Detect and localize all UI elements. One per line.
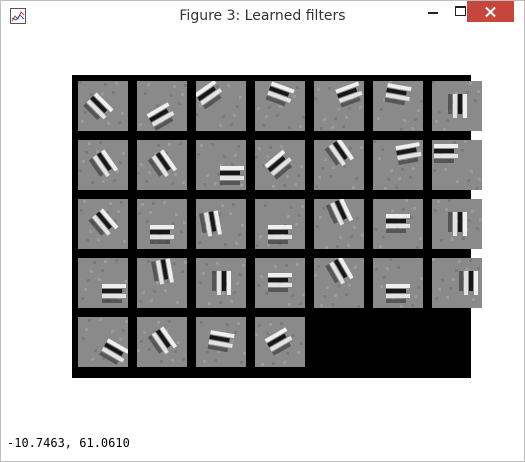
filter-tile: [373, 140, 423, 190]
filter-pattern: [256, 204, 304, 247]
filter-tile: [137, 258, 187, 308]
filter-pattern: [197, 143, 244, 187]
filter-pattern: [316, 199, 364, 249]
filter-pattern: [137, 142, 185, 185]
filter-pattern: [314, 81, 363, 130]
filter-pattern: [433, 140, 481, 190]
filter-pattern: [314, 258, 360, 308]
filter-tile: [255, 258, 305, 308]
filter-tile: [196, 199, 246, 249]
filter-pattern: [80, 200, 126, 243]
filter-tile: [78, 258, 128, 308]
filter-pattern: [377, 81, 423, 131]
minimize-button[interactable]: [419, 1, 448, 22]
filter-pattern: [434, 199, 482, 242]
filter-pattern: [82, 318, 128, 365]
filter-pattern: [375, 258, 423, 308]
filter-tile: [432, 258, 482, 308]
filter-tile: [314, 140, 364, 190]
filter-tile: [432, 199, 482, 249]
filters-figure-canvas[interactable]: [72, 75, 482, 378]
filter-tile: [373, 81, 423, 131]
filter-pattern: [199, 262, 245, 305]
filter-tile: [78, 81, 128, 131]
filter-tile: [314, 81, 364, 131]
filter-tile: [314, 199, 364, 249]
filter-tile: [78, 199, 128, 249]
filter-pattern: [255, 322, 303, 366]
filter-pattern: [81, 259, 127, 303]
filter-tile: [432, 81, 482, 131]
filter-pattern: [196, 81, 242, 127]
filter-tile: [78, 317, 128, 367]
filter-pattern: [257, 81, 305, 129]
title-bar[interactable]: Figure 3: Learned filters: [1, 1, 524, 32]
filter-pattern: [374, 199, 422, 249]
filter-pattern: [198, 203, 244, 246]
filter-pattern: [138, 201, 186, 244]
filter-tile: [432, 140, 482, 190]
filter-tile: [196, 317, 246, 367]
filter-tile: [196, 258, 246, 308]
pointer-coordinates: -10.7463, 61.0610: [7, 436, 130, 450]
filter-tile: [255, 199, 305, 249]
filter-pattern: [139, 258, 187, 304]
filter-tile: [137, 199, 187, 249]
filter-tile: [196, 81, 246, 131]
filter-pattern: [257, 263, 305, 306]
filter-tile: [255, 81, 305, 131]
filter-tile: [373, 199, 423, 249]
close-button[interactable]: [467, 1, 514, 22]
filter-tile: [373, 258, 423, 308]
filter-pattern: [79, 141, 125, 184]
filter-pattern: [432, 258, 480, 301]
filter-tile: [255, 140, 305, 190]
filter-pattern: [137, 320, 185, 363]
filter-pattern: [432, 81, 480, 131]
figure-window: Figure 3: Learned filters -10.7463, 61.0…: [0, 0, 525, 462]
filter-pattern: [200, 321, 246, 364]
filter-tile: [314, 258, 364, 308]
filter-pattern: [373, 140, 422, 190]
filter-tile: [78, 140, 128, 190]
filter-tile: [137, 81, 187, 131]
filter-pattern: [139, 83, 187, 131]
filter-tile: [196, 140, 246, 190]
filter-tile: [255, 317, 305, 367]
filter-pattern: [255, 145, 303, 188]
filter-tile: [137, 140, 187, 190]
filter-pattern: [315, 140, 363, 189]
filter-tile: [137, 317, 187, 367]
filter-pattern: [78, 81, 124, 125]
